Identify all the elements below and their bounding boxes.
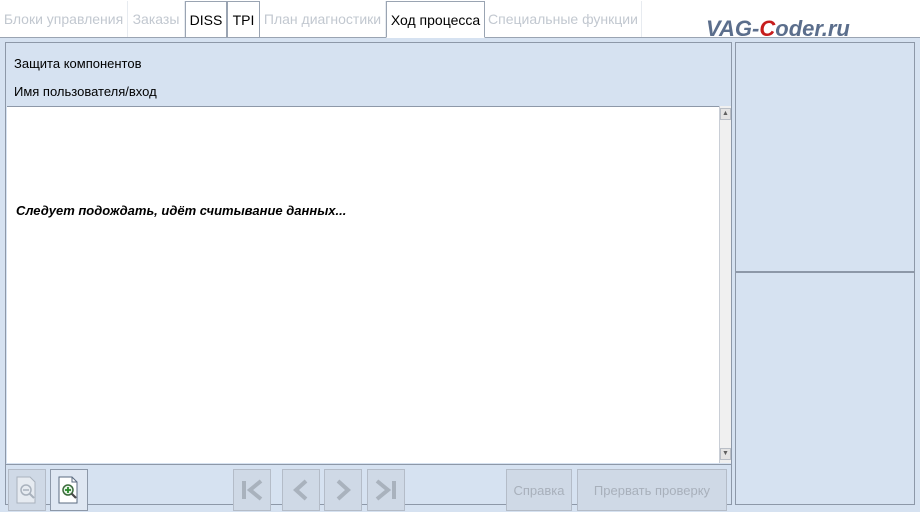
next-button[interactable] [324,469,362,511]
scroll-down-icon[interactable]: ▼ [720,448,731,460]
tab-orders[interactable]: Заказы [128,1,185,37]
zoom-in-button[interactable] [50,469,88,511]
vertical-scrollbar[interactable]: ▲ ▼ [719,106,731,463]
status-message: Следует подождать, идёт считывание данны… [16,203,347,218]
help-button[interactable]: Справка [506,469,572,511]
abort-test-button[interactable]: Прервать проверку [577,469,727,511]
first-page-button[interactable] [233,469,271,511]
zoom-out-button[interactable] [8,469,46,511]
right-info-panel-bottom [735,272,915,505]
bottom-toolbar: Справка Прервать проверку [6,464,731,511]
tab-process-progress[interactable]: Ход процесса [386,1,485,38]
chevron-right-icon [336,479,351,501]
content-area: Следует подождать, идёт считывание данны… [7,106,719,463]
tab-diss[interactable]: DISS [185,1,227,37]
scroll-up-icon[interactable]: ▲ [720,108,731,120]
zoom-in-icon [58,476,78,504]
last-page-button[interactable] [367,469,405,511]
work-area: Защита компонентов Имя пользователя/вход… [0,38,920,512]
right-info-panel-top [735,42,915,272]
chevron-left-icon [293,479,308,501]
tab-special-functions[interactable]: Специальные функции [485,1,642,37]
zoom-out-icon [16,476,36,504]
skip-first-icon [242,479,263,501]
tab-diagnostic-plan[interactable]: План диагностики [260,1,386,37]
main-panel: Защита компонентов Имя пользователя/вход… [5,42,732,511]
tab-tpi[interactable]: TPI [227,1,260,37]
user-login-label: Имя пользователя/вход [14,84,157,99]
skip-last-icon [375,479,396,501]
tab-control-units[interactable]: Блоки управления [0,1,128,37]
component-protection-title: Защита компонентов [14,56,142,71]
previous-button[interactable] [282,469,320,511]
